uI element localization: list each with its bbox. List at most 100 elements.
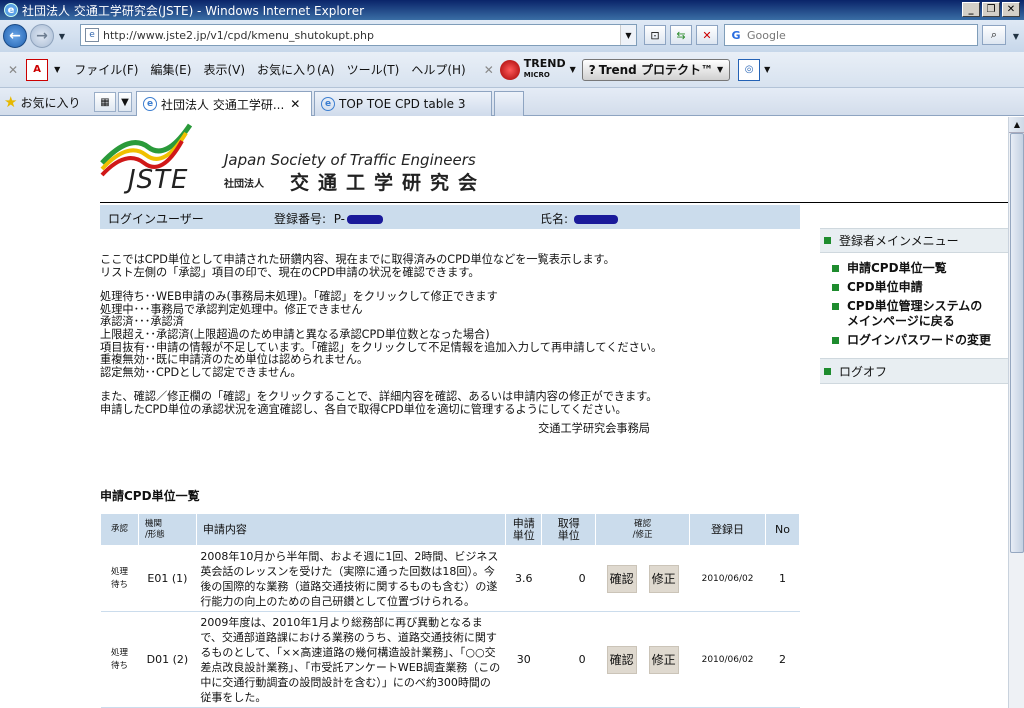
- menu-view[interactable]: 表示(V): [203, 61, 245, 78]
- col-confirm-line2: /修正: [632, 529, 653, 540]
- pdf-icon[interactable]: A: [26, 58, 49, 81]
- trend-line2: MICRO: [523, 71, 550, 79]
- col-form-line1: 機関: [144, 518, 162, 529]
- status-explanation: 処理待ち･･WEB申請のみ(事務局未処理)。「確認」をクリックして修正できます: [100, 290, 498, 304]
- col-status: 承認: [100, 513, 139, 546]
- logout-label[interactable]: ログオフ: [839, 363, 887, 380]
- menu-item-change-password[interactable]: ログインパスワードの変更: [832, 333, 1008, 348]
- google-icon: G: [731, 28, 741, 42]
- ie-tab-icon: e: [143, 97, 157, 111]
- col-confirm: 確認/修正: [595, 513, 691, 546]
- scroll-thumb[interactable]: [1010, 133, 1024, 553]
- new-tab-button[interactable]: [494, 91, 524, 116]
- code-cell: D01 (2): [138, 611, 197, 708]
- got-units-cell: 0: [541, 545, 596, 612]
- cpd-table: 承認 機関/形態 申請内容 申請 単位 取得 単位 確認/修正 登録日 No 処理待…: [100, 513, 800, 708]
- pdf-dropdown-icon[interactable]: ▼: [54, 65, 60, 74]
- menu-item-label[interactable]: ログインパスワードの変更: [847, 333, 991, 348]
- edit-button[interactable]: 修正: [648, 645, 679, 674]
- logout-link[interactable]: ログオフ: [820, 358, 1008, 384]
- menu-head: 登録者メインメニュー: [820, 228, 1008, 253]
- col-got-units: 取得 単位: [541, 513, 597, 546]
- org-japanese-name: 交通工学研究会: [290, 172, 487, 194]
- info-line: リスト左側の「承認」項目の印で、現在のCPD申請の状況を確認できます。: [100, 265, 480, 279]
- address-bar[interactable]: e http://www.jste2.jp/v1/cpd/kmenu_shuto…: [80, 24, 637, 46]
- search-input[interactable]: G Google: [724, 24, 978, 46]
- registration-number: 登録番号: P-: [274, 210, 383, 227]
- tab-list-icon[interactable]: ▼: [118, 92, 132, 112]
- apply-units-cell: 30: [505, 611, 542, 708]
- close-toolbar-icon[interactable]: ✕: [8, 63, 18, 77]
- date-cell: 2010/06/02: [689, 545, 766, 612]
- info-text: ここではCPD単位として申請された研鑽内容、現在までに取得済みのCPD単位などを…: [100, 253, 662, 435]
- tab-bar: ★ お気に入り ▦ ▼ e 社団法人 交通工学研... ✕ e TOP TOE …: [0, 88, 1024, 116]
- minimize-icon[interactable]: _: [962, 2, 980, 17]
- apply-units-cell: 3.6: [505, 545, 542, 612]
- tab-cpd-table[interactable]: e TOP TOE CPD table 3: [314, 91, 492, 116]
- bullet-square-icon: [832, 303, 839, 310]
- table-row: 処理 待ち D01 (2) 2009年度は、2010年1月より総務部に再び異動とな…: [100, 611, 800, 708]
- close-trend-toolbar-icon[interactable]: ✕: [484, 63, 494, 77]
- org-english-name: Japan Society of Traffic Engineers: [224, 151, 476, 169]
- info-line: ここではCPD単位として申請された研鑽内容、現在までに取得済みのCPD単位などを…: [100, 253, 615, 266]
- edit-button[interactable]: 修正: [648, 564, 679, 593]
- status-explanation: 認定無効･･CPDとして認定できません。: [100, 365, 302, 379]
- redaction-mark: [347, 215, 383, 224]
- status-line2: 待ち: [110, 579, 128, 590]
- menu-item-label[interactable]: CPD単位申請: [847, 280, 923, 295]
- menu-item-label[interactable]: 申請CPD単位一覧: [847, 261, 947, 276]
- menu-edit[interactable]: 編集(E): [151, 61, 192, 78]
- wifi-icon[interactable]: ◎: [738, 58, 761, 81]
- restore-icon[interactable]: ❐: [982, 2, 1000, 17]
- menu-item-label[interactable]: CPD単位管理システムの: [847, 299, 982, 313]
- org-prefix: 社団法人: [224, 179, 264, 190]
- back-button[interactable]: ←: [3, 24, 27, 48]
- menu-item-cpd-list[interactable]: 申請CPD単位一覧: [832, 261, 1008, 276]
- menu-item-main-page[interactable]: CPD単位管理システムの メインページに戻る: [832, 299, 1008, 329]
- cpd-list-title: 申請CPD単位一覧: [100, 489, 200, 503]
- window-controls: _ ❐ ✕: [962, 2, 1020, 17]
- quick-tabs-icon[interactable]: ▦: [94, 92, 116, 112]
- menu-help[interactable]: ヘルプ(H): [411, 61, 465, 78]
- favorites-button[interactable]: ★ お気に入り: [4, 93, 80, 111]
- scroll-up-icon[interactable]: ▲: [1009, 117, 1024, 133]
- compat-view-icon[interactable]: ⊡: [644, 25, 666, 45]
- tab-jste[interactable]: e 社団法人 交通工学研... ✕: [136, 91, 312, 116]
- status-line1: 処理: [110, 566, 128, 577]
- wifi-dropdown-icon[interactable]: ▼: [764, 65, 770, 74]
- menu-tools[interactable]: ツール(T): [347, 61, 400, 78]
- got-units-cell: 0: [541, 611, 596, 708]
- info-line: 申請したCPD単位の承認状況を適宜確認し、各自で取得CPD単位を適切に管理するよ…: [100, 402, 627, 416]
- tab-label: TOP TOE CPD table 3: [339, 97, 466, 111]
- refresh-icon[interactable]: ⇆: [670, 25, 692, 45]
- menu-item-cpd-apply[interactable]: CPD単位申請: [832, 280, 1008, 295]
- menu-head-label: 登録者メインメニュー: [839, 234, 959, 248]
- vertical-scrollbar[interactable]: ▲: [1008, 117, 1024, 708]
- forward-button[interactable]: →: [30, 24, 54, 48]
- close-icon[interactable]: ✕: [1002, 2, 1020, 17]
- bullet-square-icon: [824, 237, 831, 244]
- menu-favorites[interactable]: お気に入り(A): [257, 61, 335, 78]
- close-tab-icon[interactable]: ✕: [290, 97, 300, 111]
- trend-protect-button[interactable]: ? Trend プロテクト™ ▼: [581, 58, 731, 81]
- login-user-label: ログインユーザー: [108, 212, 204, 226]
- search-button[interactable]: ⌕: [982, 25, 1006, 45]
- action-cell: 確認 修正: [595, 611, 690, 708]
- search-options-icon[interactable]: ▼: [1010, 30, 1022, 42]
- menu-item-label[interactable]: メインページに戻る: [847, 314, 955, 328]
- content-cell: 2009年度は、2010年1月より総務部に再び異動となるまで、交通部道路課におけ…: [196, 611, 506, 708]
- confirm-button[interactable]: 確認: [606, 645, 637, 674]
- url-text[interactable]: http://www.jste2.jp/v1/cpd/kmenu_shutoku…: [103, 29, 374, 42]
- trend-micro-logo[interactable]: TREND MICRO ▼: [499, 58, 576, 80]
- address-dropdown-icon[interactable]: ▼: [620, 25, 636, 45]
- reg-value: P-: [333, 212, 345, 226]
- menu-file[interactable]: ファイル(F): [74, 61, 138, 78]
- col-form: 機関/形態: [137, 513, 197, 546]
- confirm-button[interactable]: 確認: [606, 564, 637, 593]
- search-placeholder: Google: [747, 28, 786, 42]
- col-apply-line2: 単位: [512, 528, 535, 542]
- name-label: 氏名:: [540, 212, 569, 226]
- history-dropdown-icon[interactable]: ▼: [56, 30, 68, 42]
- stop-icon[interactable]: ✕: [696, 25, 718, 45]
- trend-dropdown-icon[interactable]: ▼: [570, 65, 576, 74]
